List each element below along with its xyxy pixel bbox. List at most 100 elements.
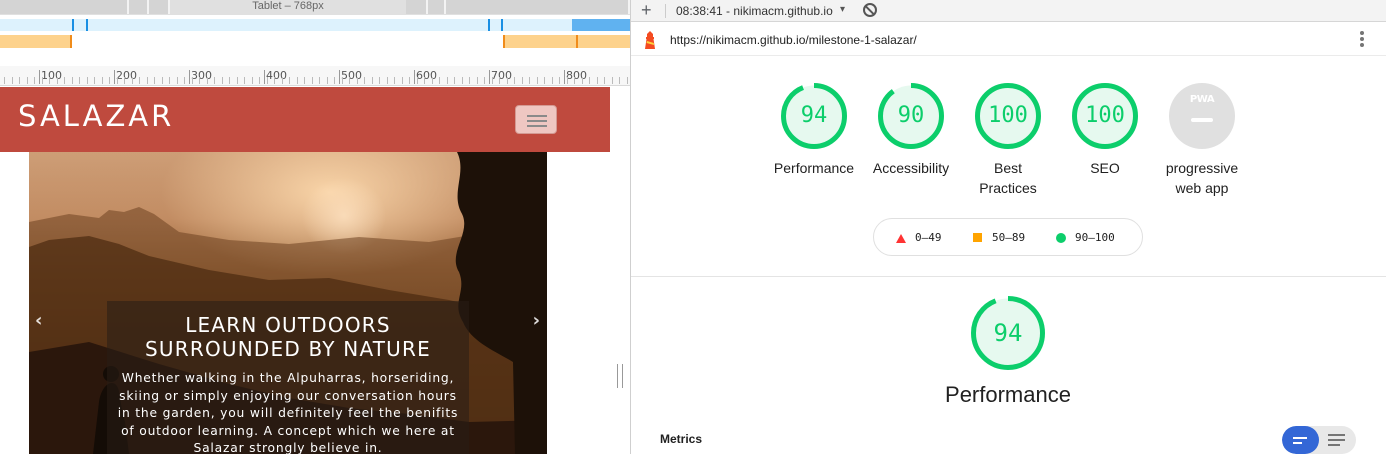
ruler-minor-tick — [192, 77, 193, 84]
hamburger-bar — [527, 120, 547, 122]
gauge-label: Best — [993, 160, 1022, 176]
breakpoint-marker — [72, 19, 74, 31]
ruler-minor-tick — [72, 77, 73, 84]
ruler-minor-tick — [229, 77, 230, 84]
ruler-minor-tick — [379, 77, 380, 84]
ruler-minor-tick — [582, 77, 583, 84]
clear-block-icon[interactable] — [863, 3, 877, 17]
breakpoint-marker — [488, 19, 490, 31]
breakpoint-marker — [503, 35, 505, 48]
ruler-minor-tick — [552, 77, 553, 84]
ruler-minor-tick — [409, 77, 410, 84]
ruler-minor-tick — [402, 77, 403, 84]
ruler-minor-tick — [109, 77, 110, 84]
ruler-minor-tick — [124, 77, 125, 84]
ruler-minor-tick — [567, 77, 568, 84]
media-query-bar-min[interactable] — [0, 35, 630, 48]
ruler-minor-tick — [574, 77, 575, 84]
ruler-minor-tick — [514, 77, 515, 84]
carousel-next-arrow[interactable]: › — [533, 310, 540, 331]
lighthouse-url-bar: https://nikimacm.github.io/milestone-1-s… — [631, 23, 1386, 56]
ruler-label: 100 — [41, 69, 62, 82]
min-width-range[interactable] — [0, 35, 72, 48]
hamburger-bar — [527, 125, 547, 127]
ruler-minor-tick — [34, 77, 35, 84]
media-query-segment[interactable] — [0, 0, 129, 14]
min-width-range[interactable] — [503, 35, 630, 48]
device-preset-label[interactable]: Tablet – 768px — [170, 0, 406, 14]
add-icon[interactable]: + — [641, 0, 652, 21]
device-emulation-pane: Tablet – 768px 100 200 300 400 500 600 7… — [0, 0, 630, 454]
site-brand-logo[interactable]: SALAZAR — [18, 99, 174, 133]
toggle-summary-view[interactable] — [1282, 426, 1319, 454]
ruler-minor-tick — [447, 77, 448, 84]
active-breakpoint-range[interactable] — [572, 19, 630, 31]
pwa-badge-text: PWA — [1189, 94, 1215, 105]
ruler-minor-tick — [19, 77, 20, 84]
ruler-minor-tick — [297, 77, 298, 84]
gauge-accessibility[interactable]: 90 Accessibility — [861, 83, 961, 178]
ruler-minor-tick — [372, 77, 373, 84]
breakpoint-marker — [70, 35, 72, 48]
ruler-minor-tick — [454, 77, 455, 84]
ruler-minor-tick — [499, 77, 500, 84]
media-query-bar-minmax[interactable] — [0, 19, 630, 31]
ruler-minor-tick — [214, 77, 215, 84]
metrics-view-toggle[interactable] — [1282, 426, 1356, 454]
report-selector[interactable]: 08:38:41 - nikimacm.github.io — [676, 4, 833, 18]
toolbar-separator — [665, 4, 666, 18]
lighthouse-toolbar: + 08:38:41 - nikimacm.github.io ▾ — [631, 0, 1386, 22]
ruler-minor-tick — [477, 77, 478, 84]
breakpoint-marker — [86, 19, 88, 31]
gauge-performance[interactable]: 94 Performance — [764, 83, 864, 178]
carousel-caption-text: Whether walking in the Alpuharras, horse… — [117, 371, 459, 454]
ruler-minor-tick — [544, 77, 545, 84]
ruler-tick — [264, 70, 265, 84]
ruler-minor-tick — [184, 77, 185, 84]
ruler-minor-tick — [4, 77, 5, 84]
gauge-seo[interactable]: 100 SEO — [1055, 83, 1155, 178]
gauge-label: SEO — [1090, 160, 1120, 176]
ruler-minor-tick — [139, 77, 140, 84]
ruler-minor-tick — [199, 77, 200, 84]
breakpoint-marker — [576, 35, 578, 48]
gauge-pwa[interactable]: PWA progressive web app — [1152, 83, 1252, 198]
metrics-heading: Metrics — [660, 432, 703, 446]
gauge-best-practices[interactable]: 100 Best Practices — [958, 83, 1058, 198]
ruler-minor-tick — [222, 77, 223, 84]
ruler-minor-tick — [267, 77, 268, 84]
resize-drag-handle[interactable] — [617, 364, 623, 388]
ruler-label: 700 — [491, 69, 512, 82]
legend-range: 90–100 — [1075, 231, 1115, 244]
media-query-segment[interactable] — [446, 0, 630, 14]
ruler-minor-tick — [327, 77, 328, 84]
ruler-minor-tick — [64, 77, 65, 84]
media-query-segment[interactable] — [428, 0, 446, 14]
ruler-minor-tick — [177, 77, 178, 84]
ruler-minor-tick — [207, 77, 208, 84]
caption-title-line: LEARN OUTDOORS — [185, 313, 391, 337]
ruler-label: 800 — [566, 69, 587, 82]
ruler-minor-tick — [259, 77, 260, 84]
carousel-caption: LEARN OUTDOORS SURROUNDED BY NATURE Whet… — [107, 301, 469, 454]
more-vert-icon[interactable] — [1360, 31, 1364, 47]
ruler-minor-tick — [57, 77, 58, 84]
menu-dot — [1360, 43, 1364, 47]
chevron-down-icon[interactable]: ▾ — [840, 4, 845, 15]
media-query-segment[interactable] — [149, 0, 170, 14]
performance-score: 94 — [993, 319, 1023, 347]
ruler-minor-tick — [559, 77, 560, 84]
ruler-minor-tick — [319, 77, 320, 84]
media-query-bar-max[interactable]: Tablet – 768px — [0, 0, 630, 15]
audited-url[interactable]: https://nikimacm.github.io/milestone-1-s… — [670, 33, 917, 47]
media-query-segment[interactable] — [406, 0, 428, 14]
ruler-minor-tick — [147, 77, 148, 84]
toggle-detail-view[interactable] — [1319, 426, 1356, 454]
carousel-prev-arrow[interactable]: ‹ — [35, 310, 42, 331]
media-query-segment[interactable] — [129, 0, 149, 14]
ruler-minor-tick — [619, 77, 620, 84]
hamburger-menu-button[interactable] — [515, 105, 557, 134]
caption-title-line: SURROUNDED BY NATURE — [145, 337, 431, 361]
lighthouse-logo-icon — [645, 31, 655, 49]
ruler-minor-tick — [102, 77, 103, 84]
